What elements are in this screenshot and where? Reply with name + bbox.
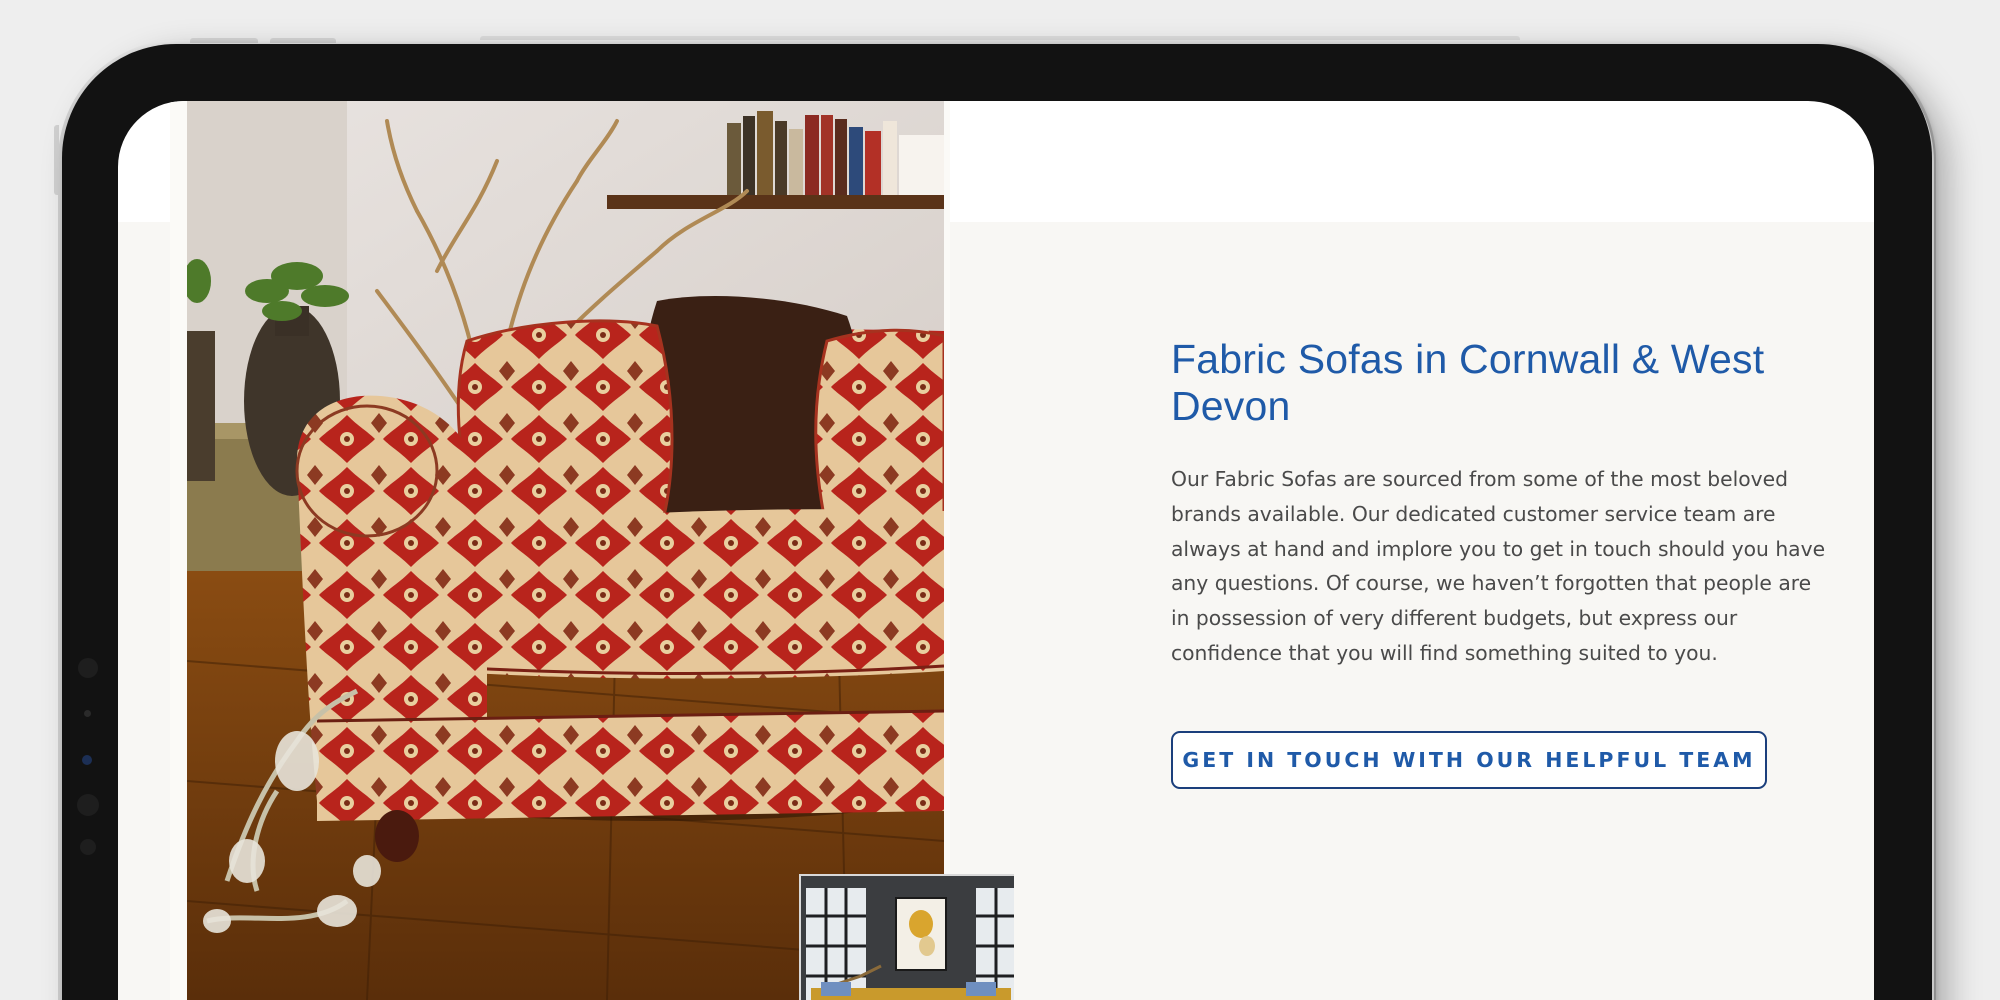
- get-in-touch-button[interactable]: GET IN TOUCH WITH OUR HELPFUL TEAM: [1171, 731, 1767, 789]
- main-photo: [187, 101, 944, 1000]
- side-button: [54, 125, 59, 195]
- section-heading: Fabric Sofas in Cornwall & West Devon: [1171, 336, 1765, 429]
- camera-lens-icon: [82, 755, 92, 765]
- text-content: Fabric Sofas in Cornwall & West Devon Ou…: [1171, 336, 1831, 671]
- device-top-rim: [480, 36, 1520, 40]
- section-description: Our Fabric Sofas are sourced from some o…: [1171, 467, 1826, 665]
- volume-up-button: [190, 38, 258, 43]
- sensor-dot: [77, 794, 99, 816]
- tablet-screen: Fabric Sofas in Cornwall & West Devon Ou…: [118, 101, 1874, 1000]
- volume-down-button: [270, 38, 336, 43]
- sensor-dot: [80, 839, 96, 855]
- sensor-dot: [78, 658, 98, 678]
- thumbnail-photo: [799, 874, 1014, 1000]
- sensor-dot: [84, 710, 91, 717]
